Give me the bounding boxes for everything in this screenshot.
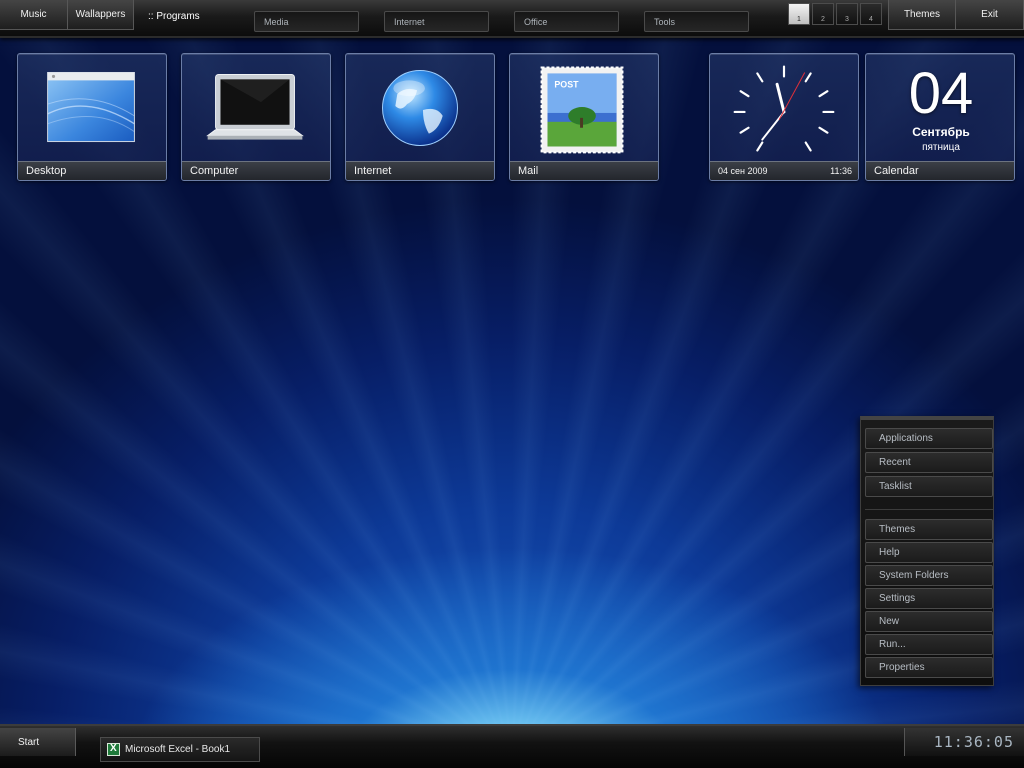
- taskbar: Start Microsoft Excel - Book1 11:36:05: [0, 724, 1024, 768]
- menu-themes[interactable]: Themes: [865, 519, 993, 540]
- programs-button[interactable]: :: Programs: [140, 4, 230, 28]
- stamp-post-text: POST: [554, 79, 579, 89]
- themes-button[interactable]: Themes: [888, 0, 956, 30]
- clock-time: 11:36: [830, 166, 852, 176]
- clock-widget[interactable]: 04 сен 2009 11:36: [709, 53, 859, 181]
- desktop-1-button[interactable]: 1: [788, 3, 810, 25]
- start-button[interactable]: Start: [0, 728, 76, 756]
- laptop-icon: [206, 73, 304, 140]
- menu-tasklist[interactable]: Tasklist: [865, 476, 993, 497]
- menu-system-folders[interactable]: System Folders: [865, 565, 993, 586]
- desktop-window-icon: [47, 71, 135, 143]
- taskbar-clock: 11:36:05: [904, 728, 1024, 756]
- menu-internet[interactable]: Internet: [384, 11, 489, 32]
- menu-recent[interactable]: Recent: [865, 452, 993, 473]
- clock-widget-footer: 04 сен 2009 11:36: [710, 161, 858, 180]
- calendar-tile-label: Calendar: [866, 161, 1014, 180]
- calendar-day-number: 04: [908, 61, 974, 126]
- taskbar-item-excel[interactable]: Microsoft Excel - Book1: [100, 737, 260, 762]
- desktop-4-button[interactable]: 4: [860, 3, 882, 25]
- computer-tile[interactable]: Computer: [181, 53, 331, 181]
- computer-tile-label: Computer: [182, 161, 330, 180]
- desktop-2-button[interactable]: 2: [812, 3, 834, 25]
- mail-tile[interactable]: POST Mail: [509, 53, 659, 181]
- postage-stamp-icon: POST: [540, 66, 624, 154]
- menu-run[interactable]: Run...: [865, 634, 993, 655]
- globe-icon: [382, 70, 458, 146]
- clock-date: 04 сен 2009: [718, 166, 768, 176]
- excel-icon: [107, 743, 120, 756]
- desktop-tile[interactable]: Desktop: [17, 53, 167, 181]
- menu-separator: [865, 509, 993, 510]
- internet-tile[interactable]: Internet: [345, 53, 495, 181]
- menu-help[interactable]: Help: [865, 542, 993, 563]
- menu-properties[interactable]: Properties: [865, 657, 993, 678]
- menu-office[interactable]: Office: [514, 11, 619, 32]
- taskbar-item-label: Microsoft Excel - Book1: [125, 744, 231, 755]
- desktop-tile-label: Desktop: [18, 161, 166, 180]
- internet-tile-label: Internet: [346, 161, 494, 180]
- menu-new[interactable]: New: [865, 611, 993, 632]
- start-side-menu: Applications Recent Tasklist Themes Help…: [860, 416, 994, 686]
- wallpapers-button[interactable]: Wallappers: [68, 0, 134, 30]
- desktop-3-button[interactable]: 3: [836, 3, 858, 25]
- menu-applications[interactable]: Applications: [865, 428, 993, 449]
- menu-settings[interactable]: Settings: [865, 588, 993, 609]
- calendar-widget[interactable]: 04 Сентябрь пятница Calendar: [865, 53, 1015, 181]
- menu-tools[interactable]: Tools: [644, 11, 749, 32]
- top-bar: Music Wallappers :: Programs Media Inter…: [0, 0, 1024, 38]
- exit-button[interactable]: Exit: [956, 0, 1024, 30]
- analog-clock-icon: [733, 65, 835, 152]
- calendar-month: Сентябрь: [912, 125, 970, 139]
- music-button[interactable]: Music: [0, 0, 68, 30]
- mail-tile-label: Mail: [510, 161, 658, 180]
- virtual-desktops: 1 2 3 4: [788, 3, 882, 25]
- calendar-weekday: пятница: [922, 142, 960, 153]
- menu-media[interactable]: Media: [254, 11, 359, 32]
